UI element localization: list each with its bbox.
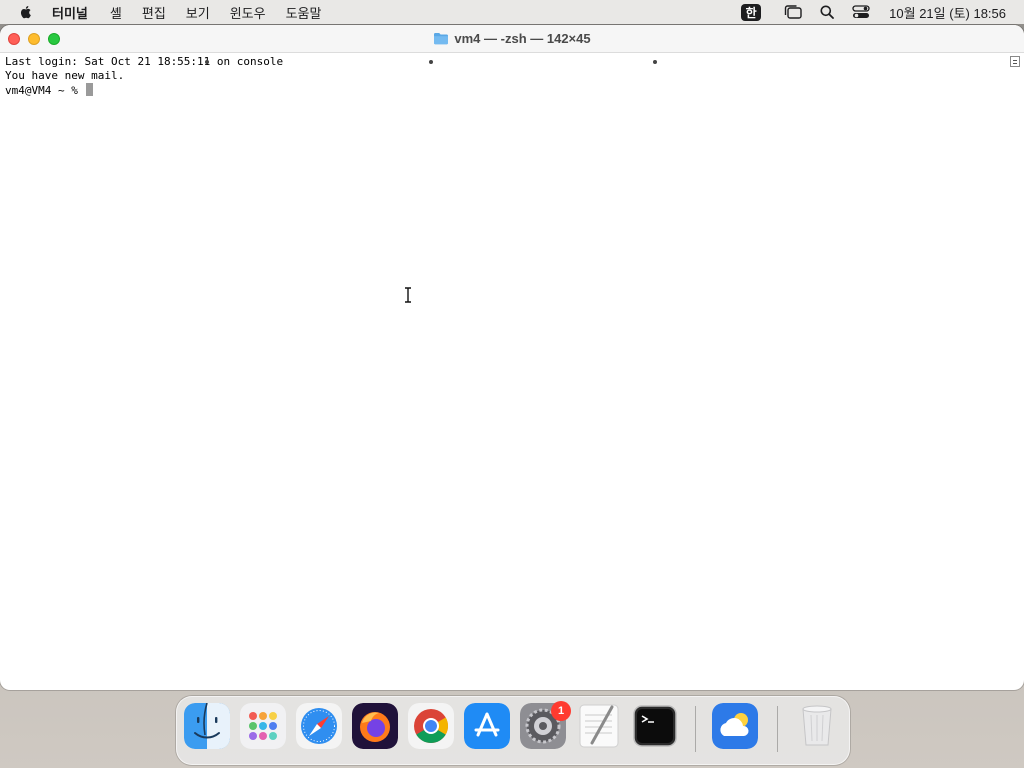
- dock-separator-trash: [777, 706, 778, 752]
- firefox-icon[interactable]: [352, 703, 398, 749]
- dock-separator: [695, 706, 696, 752]
- launchpad-icon[interactable]: [240, 703, 286, 749]
- ibeam-cursor-icon: [405, 287, 411, 303]
- notification-badge: 1: [551, 701, 571, 721]
- menu-edit[interactable]: 편집: [142, 3, 166, 22]
- chrome-icon[interactable]: [408, 703, 454, 749]
- text-cursor: [86, 83, 94, 96]
- search-icon[interactable]: [817, 4, 837, 20]
- menu-app-terminal[interactable]: 터미널: [52, 3, 88, 22]
- window-title-text: vm4 — -zsh — 142×45: [454, 31, 591, 46]
- input-source-indicator[interactable]: 한: [741, 3, 762, 21]
- textedit-icon[interactable]: [576, 703, 622, 749]
- folder-icon: [434, 33, 449, 45]
- menu-bar: 터미널 셸 편집 보기 윈도우 도움말 한 10월 21일 (토) 18:56: [0, 0, 1024, 24]
- terminal-app-icon[interactable]: [632, 703, 678, 749]
- status-area: 한 10월 21일 (토) 18:56: [741, 0, 1006, 24]
- stage-manager-icon[interactable]: [783, 4, 803, 20]
- app-store-icon[interactable]: [464, 703, 510, 749]
- window-title: vm4 — -zsh — 142×45: [0, 25, 1024, 52]
- menu-view[interactable]: 보기: [186, 3, 210, 22]
- terminal-line-last-login: Last login: Sat Oct 21 18:55:11 on conso…: [5, 55, 284, 68]
- terminal-running-dot: [653, 60, 657, 64]
- menubar-clock[interactable]: 10월 21일 (토) 18:56: [889, 3, 1006, 22]
- menu-window[interactable]: 윈도우: [230, 3, 266, 22]
- finder-icon[interactable]: [184, 703, 230, 749]
- apple-menu-icon[interactable]: [18, 4, 34, 20]
- terminal-prompt-line[interactable]: vm4@VM4 ~ %: [5, 83, 1019, 97]
- trash-icon[interactable]: [794, 703, 840, 749]
- window-titlebar[interactable]: vm4 — -zsh — 142×45: [0, 25, 1024, 53]
- safari-icon[interactable]: [296, 703, 342, 749]
- finder-running-dot: [205, 60, 209, 64]
- menu-help[interactable]: 도움말: [286, 3, 322, 22]
- terminal-prompt: vm4@VM4 ~ %: [5, 84, 85, 97]
- terminal-output[interactable]: Last login: Sat Oct 21 18:55:11 on conso…: [0, 53, 1024, 690]
- menu-shell[interactable]: 셸: [110, 3, 122, 22]
- chrome-running-dot: [429, 60, 433, 64]
- terminal-window: vm4 — -zsh — 142×45 Last login: Sat Oct …: [0, 25, 1024, 690]
- terminal-line-mail: You have new mail.: [5, 69, 125, 82]
- weather-icon[interactable]: [712, 703, 758, 749]
- control-center-icon[interactable]: [851, 4, 871, 20]
- scroll-marker-icon[interactable]: [1010, 56, 1020, 67]
